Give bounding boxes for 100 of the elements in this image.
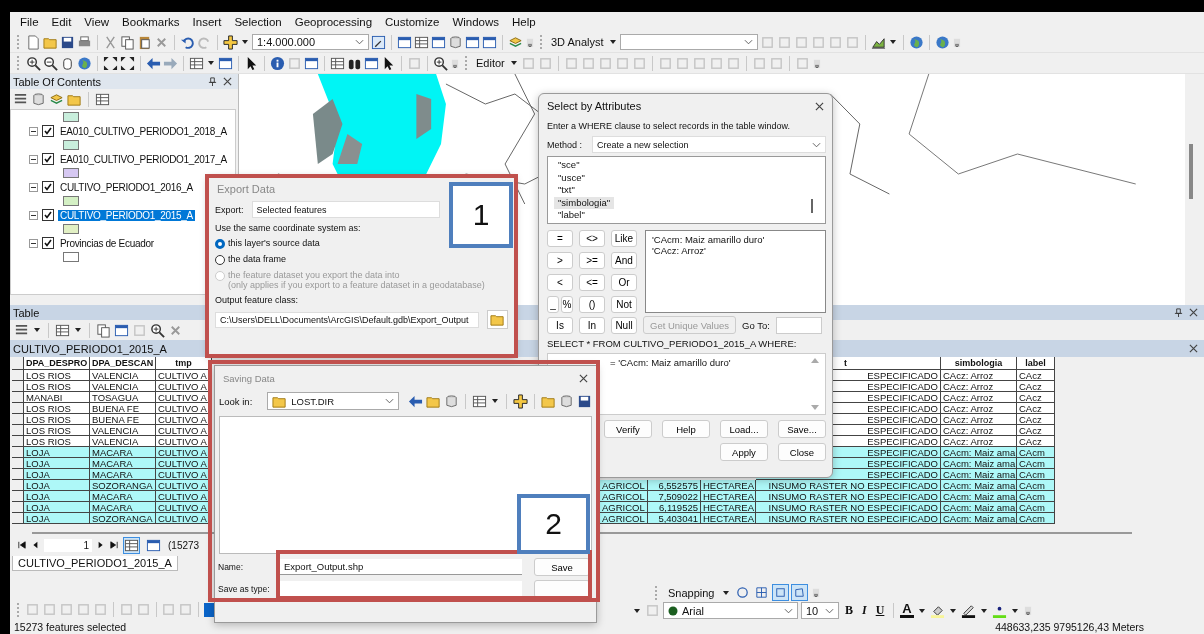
text-style-button[interactable]: B (842, 603, 856, 618)
pin-icon[interactable] (208, 77, 217, 86)
checkbox[interactable] (42, 153, 54, 165)
database-icon[interactable] (448, 34, 463, 50)
toolbar-menu[interactable]: Snapping (666, 586, 717, 599)
field-list[interactable]: "sce" "usce" "txt" "simbologia" "label" (547, 156, 826, 224)
database-icon[interactable] (31, 91, 46, 107)
pencil-icon[interactable] (371, 34, 386, 50)
operator-button[interactable]: < (547, 274, 573, 291)
menu-item[interactable]: Insert (192, 16, 222, 28)
caret-icon[interactable] (722, 590, 729, 595)
font-dropdown[interactable]: Arial (663, 602, 798, 619)
toolbar-menu[interactable]: 3D Analyst (549, 36, 606, 48)
dialog-button[interactable]: Load... (720, 420, 768, 438)
look-in-dropdown[interactable]: LOST.DIR (267, 392, 400, 410)
menu-item[interactable]: Geoprocessing (294, 16, 373, 28)
column-header[interactable]: DPA_DESCAN (90, 357, 156, 370)
window-icon[interactable] (304, 55, 319, 71)
row-selector[interactable] (12, 392, 24, 403)
save-icon[interactable] (60, 34, 75, 50)
close-icon[interactable] (223, 77, 232, 86)
operator-button[interactable]: >= (579, 252, 605, 269)
back-arrow-icon[interactable] (146, 55, 161, 71)
dialog-button[interactable]: Close (778, 443, 826, 461)
operator-button[interactable]: <= (579, 274, 605, 291)
table-icon[interactable] (472, 393, 488, 409)
caret-icon[interactable] (609, 40, 616, 44)
file-list[interactable] (219, 416, 592, 554)
collapse-icon[interactable] (29, 154, 38, 164)
point-snap-icon[interactable] (734, 585, 750, 600)
window-icon[interactable] (218, 55, 233, 71)
menu-item[interactable]: Selection (234, 16, 282, 28)
caret-icon[interactable] (889, 40, 896, 44)
table-icon[interactable] (189, 55, 204, 71)
dialog-button[interactable]: Verify (604, 420, 652, 438)
go-to-field[interactable] (775, 316, 822, 334)
browse-button[interactable] (487, 310, 508, 329)
layer-name[interactable]: CULTIVO_PERIODO1_2015_A (58, 209, 195, 221)
font-size-dropdown[interactable]: 10 (801, 602, 839, 619)
checkbox[interactable] (42, 237, 54, 249)
layers-icon[interactable] (49, 91, 64, 107)
save-icon[interactable] (577, 393, 592, 409)
zoom-out-icon[interactable] (43, 55, 58, 71)
layer-name[interactable]: EA010_CULTIVO_PERIODO1_2017_A (58, 153, 229, 165)
collapse-icon[interactable] (29, 210, 38, 220)
fill-color-icon[interactable] (929, 603, 945, 618)
save-button[interactable]: Save (534, 558, 590, 576)
caret-icon[interactable] (34, 328, 40, 332)
caret-icon[interactable] (949, 608, 956, 613)
caret-icon[interactable] (75, 328, 81, 332)
layer-name[interactable]: EA010_CULTIVO_PERIODO1_2018_A (58, 125, 229, 137)
operator-button[interactable]: <> (579, 230, 605, 247)
file-name-field[interactable]: Export_Output.shp (280, 559, 522, 575)
layer-name[interactable]: Provincias de Ecuador (58, 237, 156, 249)
field-item[interactable]: "sce" (554, 159, 584, 172)
values-list[interactable]: 'CAcm: Maiz amarillo duro' 'CAcz: Arroz' (645, 230, 826, 313)
operator-button[interactable]: And (611, 252, 637, 269)
next-record-icon[interactable] (97, 541, 105, 549)
checkbox[interactable] (42, 181, 54, 193)
operator-button[interactable]: % (561, 296, 573, 313)
row-selector[interactable] (12, 491, 24, 502)
grid-snap-icon[interactable] (753, 585, 769, 600)
operator-button[interactable]: Or (611, 274, 637, 291)
row-selector[interactable] (12, 458, 24, 469)
dialog-button[interactable]: Help (662, 420, 710, 438)
operator-button[interactable]: Like (611, 230, 637, 247)
edge-snap-icon[interactable] (791, 585, 807, 600)
row-selector[interactable] (12, 447, 24, 458)
zoom-in-icon[interactable] (26, 55, 41, 71)
caret-icon[interactable] (634, 608, 640, 613)
field-item[interactable]: "txt" (554, 184, 579, 197)
globe-icon[interactable] (934, 34, 950, 50)
row-selector[interactable] (12, 480, 24, 491)
add-data-icon[interactable] (223, 34, 238, 50)
collapse-icon[interactable] (29, 126, 38, 136)
row-selector[interactable] (12, 513, 24, 524)
show-all-records-button[interactable] (123, 536, 140, 554)
radio-button[interactable] (215, 239, 225, 249)
field-item[interactable]: "simbologia" (554, 196, 615, 209)
menu-item[interactable]: Edit (51, 16, 72, 28)
globe-icon[interactable] (77, 55, 92, 71)
window-icon[interactable] (482, 34, 497, 50)
layers-icon[interactable] (508, 34, 523, 50)
column-header[interactable]: DPA_DESPRO (24, 357, 90, 370)
table-icon[interactable] (414, 34, 429, 50)
close-icon[interactable] (1189, 308, 1198, 317)
column-header[interactable]: label (1017, 357, 1055, 370)
full-extent-icon[interactable] (120, 55, 135, 71)
caret-icon[interactable] (510, 61, 517, 65)
checkbox[interactable] (42, 125, 54, 137)
scrollbar[interactable] (811, 199, 813, 213)
zoom-in-icon[interactable] (433, 55, 448, 71)
operator-button[interactable]: = (547, 230, 573, 247)
close-icon[interactable] (1189, 344, 1198, 353)
table-icon[interactable] (55, 322, 70, 338)
dialog-button[interactable]: Save... (778, 420, 826, 438)
row-selector[interactable] (12, 425, 24, 436)
caret-icon[interactable] (918, 608, 925, 613)
table-icon[interactable] (330, 55, 345, 71)
dialog-button[interactable]: Apply (720, 443, 768, 461)
